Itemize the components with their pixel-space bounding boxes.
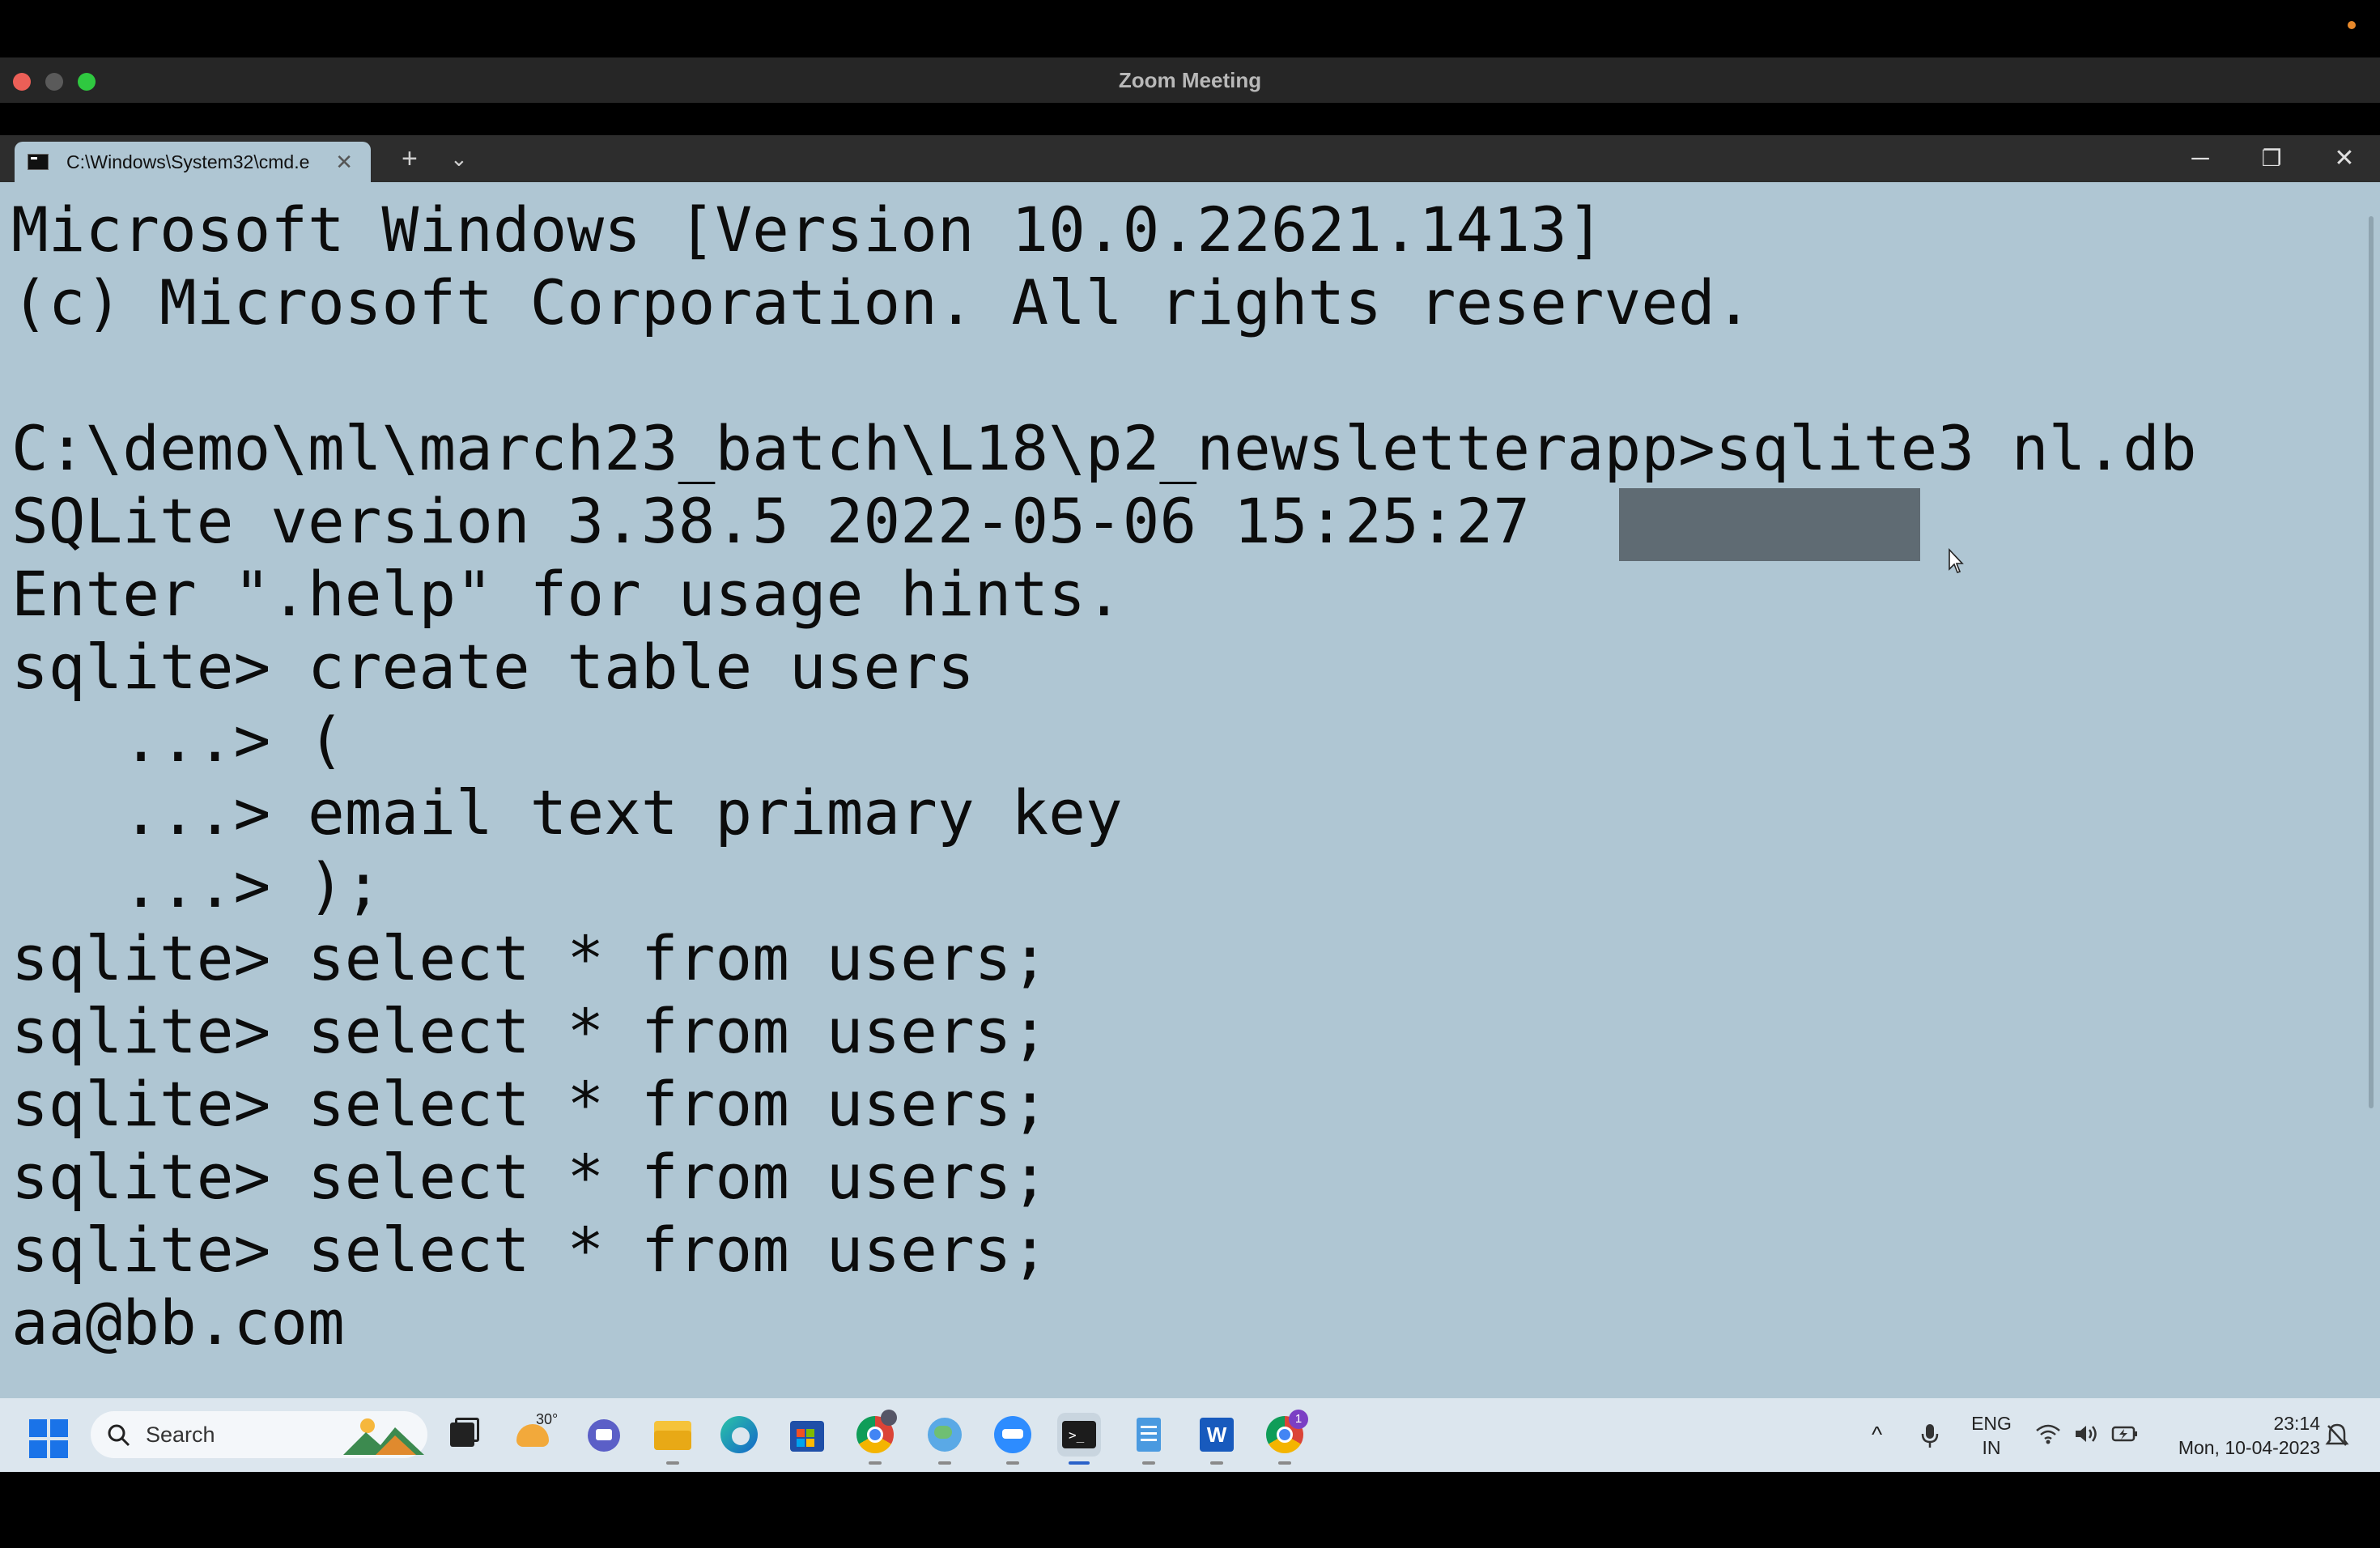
zoom-titlebar: Zoom Meeting (0, 57, 2380, 103)
running-indicator (938, 1461, 951, 1465)
console-line: sqlite> select * from users; (11, 1141, 1049, 1213)
console-line: sqlite> select * from users; (11, 922, 1049, 994)
running-indicator (1210, 1461, 1223, 1465)
language-code: ENG (1971, 1413, 2012, 1434)
top-menubar (0, 0, 2380, 57)
running-indicator (1006, 1461, 1019, 1465)
globe-app-icon[interactable] (923, 1413, 967, 1465)
search-placeholder: Search (146, 1423, 215, 1447)
windows-taskbar: Search 30° >_ W 1 ^ ENG IN 23:14 Mon, 10… (0, 1398, 2380, 1472)
console-line: sqlite> create table users (11, 631, 975, 703)
console-line: Microsoft Windows [Version 10.0.22621.14… (11, 194, 1604, 266)
cmd-icon (28, 154, 49, 170)
console-line: C:\demo\ml\march23_batch\L18\p2_newslett… (11, 412, 2197, 484)
console-line: sqlite> select * from users; (11, 1068, 1049, 1140)
console-line: SQLite version 3.38.5 2022-05-06 15:25:2… (11, 485, 1530, 557)
active-indicator (1069, 1461, 1090, 1465)
running-indicator (869, 1461, 882, 1465)
keyboard-region: IN (1982, 1437, 2001, 1458)
console-line: sqlite> select * from users; (11, 1214, 1049, 1286)
file-explorer-icon[interactable] (651, 1413, 695, 1465)
battery-icon[interactable] (2111, 1424, 2139, 1444)
chrome-icon[interactable]: 1 (1263, 1410, 1308, 1465)
terminal-minimize-button[interactable]: ─ (2176, 135, 2225, 182)
edge-browser-icon[interactable] (717, 1413, 761, 1457)
chrome-profile-icon[interactable] (853, 1410, 897, 1465)
zoom-bottom-bar (0, 1472, 2380, 1548)
volume-icon[interactable] (2074, 1423, 2100, 1445)
terminal-close-button[interactable]: ✕ (2320, 135, 2369, 182)
console-line: Enter ".help" for usage hints. (11, 558, 1123, 630)
console-line: ...> email text primary key (11, 776, 1123, 848)
show-hidden-icons-chevron-icon[interactable]: ^ (1872, 1414, 1882, 1455)
language-indicator[interactable]: ENG IN (1964, 1411, 2019, 1460)
weather-temp: 30° (536, 1411, 559, 1427)
running-indicator (1142, 1461, 1155, 1465)
redaction-box (1619, 488, 1920, 561)
console-line: ...> ); (11, 849, 382, 921)
console-line: sqlite> select * from users; (11, 995, 1049, 1067)
terminal-scrollbar[interactable] (2369, 216, 2374, 1108)
wifi-icon[interactable] (2035, 1423, 2061, 1445)
notepad-icon[interactable] (1127, 1413, 1171, 1465)
tab-title: C:\Windows\System32\cmd.e (66, 151, 310, 172)
clock-time: 23:14 (2273, 1413, 2320, 1434)
start-button-windows-icon[interactable] (29, 1419, 68, 1458)
zoom-share-strip (0, 103, 2380, 135)
search-highlight-illustration-icon (343, 1418, 424, 1455)
microphone-icon[interactable] (1920, 1423, 1940, 1450)
zoom-app-icon[interactable] (991, 1413, 1035, 1465)
teams-chat-icon[interactable] (581, 1413, 625, 1457)
clock-date: Mon, 10-04-2023 (2178, 1437, 2320, 1458)
task-view-icon[interactable] (442, 1413, 486, 1457)
running-indicator (666, 1461, 679, 1465)
tab-dropdown-button[interactable]: ⌄ (450, 135, 468, 182)
console-line: ...> ( (11, 704, 345, 776)
new-tab-button[interactable]: + (402, 135, 418, 182)
running-indicator (1278, 1461, 1291, 1465)
weather-widget-icon[interactable]: 30° (512, 1411, 559, 1457)
console-output[interactable]: Microsoft Windows [Version 10.0.22621.14… (11, 194, 2327, 1359)
notification-badge: 1 (1289, 1410, 1308, 1429)
taskbar-search-box[interactable]: Search (91, 1411, 427, 1458)
console-line: aa@bb.com (11, 1286, 345, 1359)
microsoft-store-icon[interactable] (785, 1413, 829, 1457)
search-icon (108, 1424, 130, 1447)
terminal-restore-button[interactable]: ❐ (2247, 135, 2296, 182)
word-app-icon[interactable]: W (1195, 1413, 1239, 1465)
clock[interactable]: 23:14 Mon, 10-04-2023 (2150, 1411, 2320, 1460)
zoom-window-title: Zoom Meeting (1118, 68, 1262, 92)
console-line: (c) Microsoft Corporation. All rights re… (11, 266, 1753, 338)
terminal-window: C:\Windows\System32\cmd.e ✕ + ⌄ ─ ❐ ✕ Mi… (0, 135, 2380, 1398)
mouse-cursor-icon (1949, 548, 1964, 573)
terminal-tab[interactable]: C:\Windows\System32\cmd.e ✕ (15, 142, 371, 182)
recording-indicator-dot (2348, 21, 2356, 29)
notification-bell-icon[interactable] (2325, 1423, 2349, 1448)
terminal-tabbar: C:\Windows\System32\cmd.e ✕ + ⌄ ─ ❐ ✕ (0, 135, 2380, 182)
terminal-app-icon[interactable]: >_ (1057, 1413, 1101, 1465)
tab-close-icon[interactable]: ✕ (335, 142, 353, 182)
